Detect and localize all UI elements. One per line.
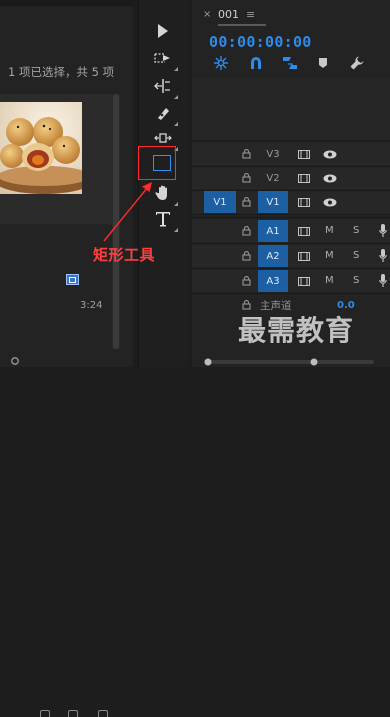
annotation-label: 矩形工具 xyxy=(93,246,156,264)
sync-lock-film-icon[interactable] xyxy=(298,277,310,286)
track-v3[interactable]: V3 xyxy=(192,143,390,165)
lock-icon[interactable] xyxy=(242,251,251,261)
nest-sequence-icon[interactable] xyxy=(212,55,230,71)
eye-icon[interactable] xyxy=(323,198,337,207)
track-target-a1[interactable]: A1 xyxy=(258,220,288,242)
active-tab-indicator xyxy=(218,24,266,26)
lock-icon[interactable] xyxy=(242,173,251,183)
sequence-tab[interactable]: 001 xyxy=(218,8,239,21)
new-bin-icon[interactable] xyxy=(40,710,50,717)
track-a1[interactable]: A1 M S xyxy=(192,220,390,242)
timeline-ruler[interactable] xyxy=(192,78,390,141)
track-v2[interactable]: V2 xyxy=(192,167,390,189)
add-marker-icon[interactable] xyxy=(314,55,332,71)
timeline-header: × 001 ≡ xyxy=(192,0,390,30)
sync-lock-film-icon[interactable] xyxy=(298,198,310,207)
mute-button[interactable]: M xyxy=(325,250,334,261)
track-a2[interactable]: A2 M S xyxy=(192,245,390,267)
track-target-v1[interactable]: V1 xyxy=(258,191,288,213)
snap-magnet-icon[interactable] xyxy=(247,55,265,71)
solo-button[interactable]: S xyxy=(353,275,359,286)
track-name[interactable]: V2 xyxy=(258,167,288,189)
microphone-icon[interactable] xyxy=(379,224,387,238)
playhead-timecode[interactable]: 00:00:00:00 xyxy=(209,33,312,51)
track-a3[interactable]: A3 M S xyxy=(192,270,390,292)
solo-button[interactable]: S xyxy=(353,250,359,261)
lock-icon[interactable] xyxy=(242,226,251,236)
lock-icon[interactable] xyxy=(242,149,251,159)
mute-button[interactable]: M xyxy=(325,225,334,236)
lock-icon[interactable] xyxy=(242,197,251,207)
track-v1[interactable]: V1 V1 xyxy=(192,191,390,213)
track-target-a2[interactable]: A2 xyxy=(258,245,288,267)
mute-button[interactable]: M xyxy=(325,275,334,286)
eye-icon[interactable] xyxy=(323,174,337,183)
sync-lock-film-icon[interactable] xyxy=(298,252,310,261)
sync-lock-film-icon[interactable] xyxy=(298,227,310,236)
delete-icon[interactable] xyxy=(98,710,108,717)
microphone-icon[interactable] xyxy=(379,274,387,288)
track-name[interactable]: V3 xyxy=(258,143,288,165)
source-patch-v1[interactable]: V1 xyxy=(204,191,236,213)
solo-button[interactable]: S xyxy=(353,225,359,236)
sync-lock-film-icon[interactable] xyxy=(298,150,310,159)
lock-icon[interactable] xyxy=(242,276,251,286)
timeline-zoom-scrollbar[interactable] xyxy=(192,357,390,367)
microphone-icon[interactable] xyxy=(379,249,387,263)
watermark: 最需教育 xyxy=(238,314,355,347)
eye-icon[interactable] xyxy=(323,150,337,159)
close-tab-icon[interactable]: × xyxy=(203,9,211,20)
track-target-a3[interactable]: A3 xyxy=(258,270,288,292)
settings-wrench-icon[interactable] xyxy=(348,55,366,71)
linked-selection-icon[interactable] xyxy=(281,55,299,71)
sync-lock-film-icon[interactable] xyxy=(298,174,310,183)
new-item-icon[interactable] xyxy=(68,710,78,717)
panel-menu-icon[interactable]: ≡ xyxy=(246,8,255,21)
